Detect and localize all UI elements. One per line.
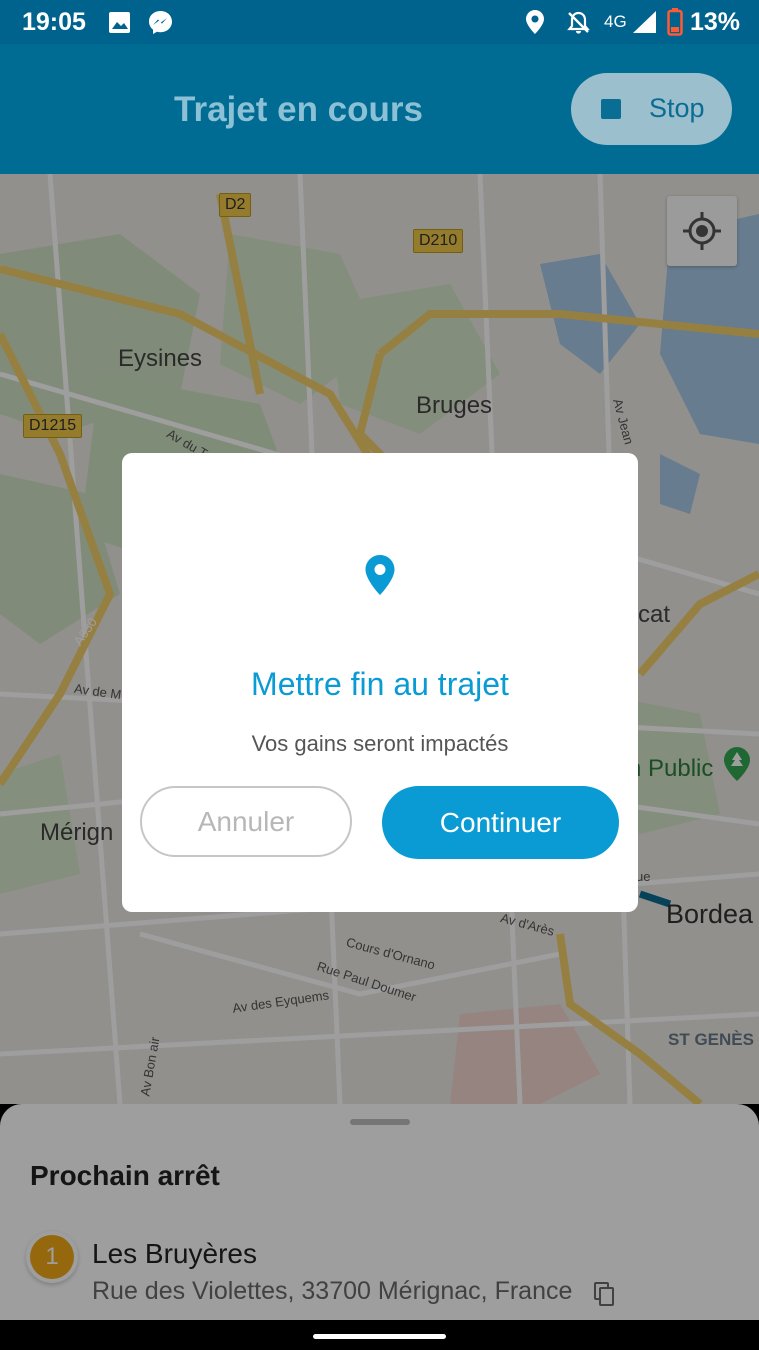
stop-icon	[601, 99, 621, 119]
messenger-icon	[149, 11, 172, 34]
image-icon	[109, 12, 130, 33]
location-icon	[526, 10, 544, 34]
system-nav-bar	[0, 1320, 759, 1350]
continue-button[interactable]: Continuer	[382, 786, 619, 859]
location-pin-icon	[365, 555, 395, 595]
page-title: Trajet en cours	[174, 90, 423, 129]
alarm-off-icon	[567, 11, 590, 34]
status-time: 19:05	[22, 8, 86, 36]
dialog-title: Mettre fin au trajet	[251, 666, 509, 702]
end-trip-dialog: Mettre fin au trajet Vos gains seront im…	[122, 453, 638, 912]
status-bar: 19:05 4G 13%	[0, 0, 759, 44]
stop-button[interactable]: Stop	[571, 73, 732, 145]
battery-percent: 13%	[690, 8, 741, 36]
dialog-message: Vos gains seront impactés	[251, 731, 509, 756]
network-type: 4G	[604, 12, 627, 31]
battery-low-icon	[667, 8, 683, 36]
home-gesture-bar[interactable]	[313, 1334, 446, 1339]
signal-icon	[633, 11, 656, 33]
stop-button-label: Stop	[649, 93, 705, 123]
cancel-button[interactable]: Annuler	[140, 786, 352, 857]
app-bar: Trajet en cours Stop	[0, 44, 759, 174]
